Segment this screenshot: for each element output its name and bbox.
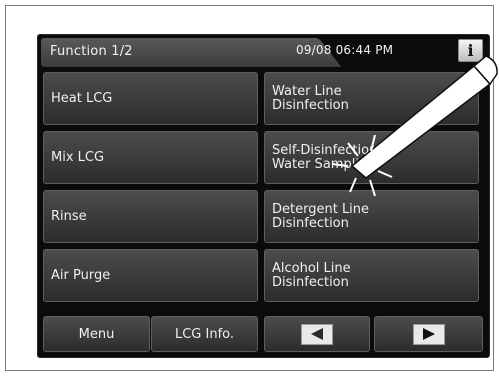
alcohol-line-label-1: Alcohol Line bbox=[272, 260, 351, 276]
self-disinfection-label-2: Water Sampling bbox=[272, 156, 376, 172]
info-button[interactable]: i bbox=[458, 39, 483, 62]
air-purge-button[interactable]: Air Purge bbox=[43, 249, 258, 302]
mix-lcg-label: Mix LCG bbox=[51, 149, 105, 165]
menu-button[interactable]: Menu bbox=[43, 316, 150, 352]
lcg-info-label: LCG Info. bbox=[174, 326, 235, 342]
previous-page-button[interactable] bbox=[264, 316, 370, 352]
detergent-line-label-2: Disinfection bbox=[272, 215, 349, 231]
lcg-info-button[interactable]: LCG Info. bbox=[151, 316, 258, 352]
alcohol-line-disinfection-button[interactable]: Alcohol Line Disinfection bbox=[264, 249, 479, 302]
page-title: Function 1/2 bbox=[50, 44, 133, 59]
rinse-button[interactable]: Rinse bbox=[43, 190, 258, 243]
info-icon: i bbox=[467, 41, 474, 60]
left-triangle-icon bbox=[301, 323, 333, 345]
self-disinfection-label-1: Self-Disinfection & bbox=[272, 142, 392, 158]
rinse-label: Rinse bbox=[51, 208, 87, 224]
next-page-button[interactable] bbox=[374, 316, 483, 352]
detergent-line-label-1: Detergent Line bbox=[272, 201, 370, 217]
water-line-disinfection-button[interactable]: Water Line Disinfection bbox=[264, 72, 479, 125]
date-time: 09/08 06:44 PM bbox=[296, 43, 394, 57]
heat-lcg-label: Heat LCG bbox=[51, 90, 113, 106]
alcohol-line-label-2: Disinfection bbox=[272, 274, 349, 290]
self-disinfection-water-sampling-button[interactable]: Self-Disinfection & Water Sampling bbox=[264, 131, 479, 184]
detergent-line-disinfection-button[interactable]: Detergent Line Disinfection bbox=[264, 190, 479, 243]
header-bar: Function 1/2 bbox=[41, 38, 316, 67]
right-triangle-icon bbox=[412, 323, 445, 345]
air-purge-label: Air Purge bbox=[51, 267, 111, 283]
water-line-label-2: Disinfection bbox=[272, 97, 349, 113]
water-line-label-1: Water Line bbox=[272, 83, 342, 99]
mix-lcg-button[interactable]: Mix LCG bbox=[43, 131, 258, 184]
touch-screen: Function 1/2 09/08 06:44 PM i Heat LCG M… bbox=[37, 34, 490, 358]
illustration-frame: Function 1/2 09/08 06:44 PM i Heat LCG M… bbox=[5, 5, 498, 371]
heat-lcg-button[interactable]: Heat LCG bbox=[43, 72, 258, 125]
menu-label: Menu bbox=[78, 326, 115, 342]
